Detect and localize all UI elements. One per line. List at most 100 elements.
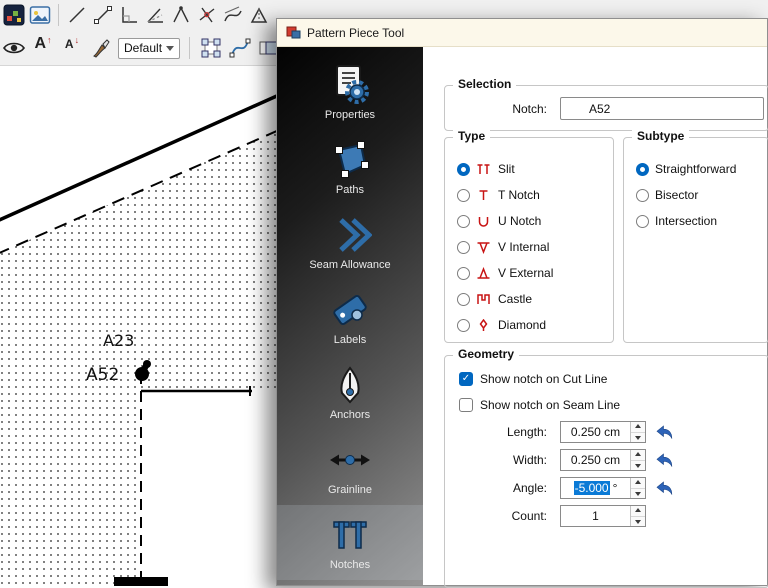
type-option-label: Castle (498, 292, 532, 306)
checkbox-checked[interactable] (459, 372, 473, 386)
radio[interactable] (636, 189, 649, 202)
show-notch-cut-line-row[interactable]: Show notch on Cut Line (459, 371, 607, 387)
count-field-row: Count: 1 (445, 504, 768, 528)
length-revert-button[interactable] (654, 423, 674, 441)
spin-up-icon[interactable] (631, 506, 645, 517)
curve-handles-icon[interactable] (199, 36, 223, 60)
paths-icon (328, 140, 372, 180)
selection-group-title: Selection (453, 77, 516, 91)
checkbox-unchecked[interactable] (459, 398, 473, 412)
angle-field-row: Angle: -5.000 ° (445, 476, 768, 500)
type-option-diamond[interactable]: Diamond (457, 312, 607, 338)
width-label: Width: (445, 453, 555, 467)
chevron-down-icon (166, 46, 174, 55)
increase-label-font-icon[interactable]: A↑ (31, 36, 55, 60)
texture-swatch-icon[interactable] (2, 3, 26, 27)
spin-down-icon[interactable] (631, 517, 645, 527)
radio[interactable] (636, 215, 649, 228)
width-field-row: Width: 0.250 cm (445, 448, 768, 472)
type-option-slit[interactable]: Slit (457, 156, 607, 182)
style-preset-dropdown[interactable]: Default (118, 38, 180, 59)
sidebar-item-paths[interactable]: Paths (277, 130, 423, 205)
subtype-option-straightforward[interactable]: Straightforward (636, 156, 762, 182)
t-notch-icon (476, 189, 491, 202)
dialog-body: Properties Paths Seam Allowance (277, 47, 767, 585)
decrease-label-font-icon[interactable]: A↓ (60, 36, 84, 60)
radio[interactable] (457, 293, 470, 306)
visibility-eye-icon[interactable] (2, 36, 26, 60)
line-between-points-icon[interactable] (91, 3, 115, 27)
triangle-axis-icon[interactable] (247, 3, 271, 27)
style-preset-value: Default (124, 41, 162, 55)
notch-combobox[interactable]: A52 (560, 97, 764, 120)
checkbox-label: Show notch on Seam Line (480, 398, 620, 412)
width-spinbox[interactable]: 0.250 cm (560, 449, 646, 471)
radio[interactable] (457, 215, 470, 228)
line-tool-icon[interactable] (65, 3, 89, 27)
point-label-a52[interactable]: A52 (86, 365, 119, 385)
sidebar-label: Anchors (330, 409, 370, 421)
style-pen-icon[interactable] (89, 36, 113, 60)
type-option-v-internal[interactable]: V Internal (457, 234, 607, 260)
subtype-option-label: Straightforward (655, 162, 736, 176)
angle-value-selected: -5.000 (574, 481, 610, 495)
dialog-titlebar[interactable]: Pattern Piece Tool (277, 19, 767, 47)
sidebar-item-seam-allowance[interactable]: Seam Allowance (277, 205, 423, 280)
show-notch-seam-line-row[interactable]: Show notch on Seam Line (459, 397, 620, 413)
spin-up-icon[interactable] (631, 422, 645, 433)
sidebar-label: Paths (336, 184, 364, 196)
spin-arrows (630, 450, 645, 470)
insert-image-icon[interactable] (28, 3, 52, 27)
curve-details-icon[interactable] (228, 36, 252, 60)
spin-down-icon[interactable] (631, 461, 645, 471)
spin-down-icon[interactable] (631, 489, 645, 499)
sidebar-item-grainline[interactable]: Grainline (277, 430, 423, 505)
sidebar-item-labels[interactable]: Labels (277, 280, 423, 355)
sidebar-item-properties[interactable]: Properties (277, 55, 423, 130)
shoulder-point-icon[interactable] (169, 3, 193, 27)
angle-bisector-icon[interactable] (143, 3, 167, 27)
texture-swatch-glyph (3, 4, 25, 26)
radio[interactable] (457, 267, 470, 280)
subtype-option-intersection[interactable]: Intersection (636, 208, 762, 234)
pattern-piece-fill[interactable] (0, 130, 276, 586)
radio[interactable] (457, 319, 470, 332)
type-option-v-external[interactable]: V External (457, 260, 607, 286)
sidebar-item-notches[interactable]: Notches (277, 505, 423, 580)
tangent-curve-icon[interactable] (221, 3, 245, 27)
curve-glyph (229, 37, 251, 59)
spin-down-icon[interactable] (631, 433, 645, 443)
width-revert-button[interactable] (654, 451, 674, 469)
radio-selected[interactable] (636, 163, 649, 176)
type-option-t-notch[interactable]: T Notch (457, 182, 607, 208)
type-option-u-notch[interactable]: U Notch (457, 208, 607, 234)
radio-selected[interactable] (457, 163, 470, 176)
sidebar-label: Seam Allowance (309, 259, 390, 271)
length-spinbox[interactable]: 0.250 cm (560, 421, 646, 443)
angle-spinbox[interactable]: -5.000 ° (560, 477, 646, 499)
sidebar-label: Notches (330, 559, 370, 571)
spin-arrows (630, 506, 645, 526)
type-option-castle[interactable]: Castle (457, 286, 607, 312)
subtype-option-bisector[interactable]: Bisector (636, 182, 762, 208)
subtype-group-title: Subtype (632, 129, 689, 143)
angle-revert-button[interactable] (654, 479, 674, 497)
shoulder-glyph (171, 5, 191, 25)
u-notch-icon (476, 215, 491, 228)
count-value: 1 (592, 509, 599, 523)
v-internal-notch-icon (476, 241, 491, 254)
point-label-a23[interactable]: A23 (103, 331, 134, 350)
count-spinbox[interactable]: 1 (560, 505, 646, 527)
perpendicular-line-icon[interactable] (117, 3, 141, 27)
length-field-row: Length: 0.250 cm (445, 420, 768, 444)
selection-groupbox: Selection Notch: A52 (444, 85, 768, 131)
spin-up-icon[interactable] (631, 450, 645, 461)
spin-up-icon[interactable] (631, 478, 645, 489)
radio[interactable] (457, 241, 470, 254)
point-of-intersection-icon[interactable] (195, 3, 219, 27)
type-option-label: Slit (498, 162, 515, 176)
radio[interactable] (457, 189, 470, 202)
bottom-edge-segment[interactable] (114, 577, 168, 586)
type-groupbox: Type Slit T Notch U No (444, 137, 614, 343)
sidebar-item-anchors[interactable]: Anchors (277, 355, 423, 430)
